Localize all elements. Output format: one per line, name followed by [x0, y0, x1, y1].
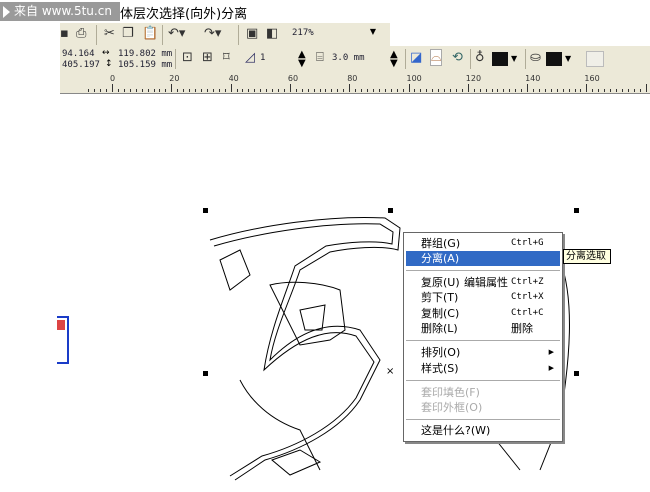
menu-item-overprint-outline: 套印外框(O)	[421, 401, 483, 414]
docked-panel-edge[interactable]	[57, 316, 69, 364]
selection-handle[interactable]	[574, 208, 579, 213]
selection-handle[interactable]	[203, 208, 208, 213]
menu-item-cut[interactable]: 剪下(T) Ctrl+X	[406, 290, 560, 305]
selection-handle[interactable]	[203, 371, 208, 376]
menu-item-whats-this[interactable]: 这是什么?(W)	[406, 423, 560, 438]
context-menu: 群组(G) Ctrl+G 分离(A) 复原(U) 编辑属性 Ctrl+Z 剪下(T) C…	[403, 232, 563, 442]
submenu-arrow-icon: ▶	[548, 364, 554, 372]
menu-item-arrange[interactable]: 排列(O) ▶	[406, 345, 560, 360]
menu-item-overprint-fill: 套印填色(F)	[421, 386, 480, 399]
submenu-arrow-icon: ▶	[548, 348, 554, 356]
tooltip: 分离选取	[563, 249, 611, 264]
selection-handle[interactable]	[574, 371, 579, 376]
menu-item-undo[interactable]: 复原(U) 编辑属性 Ctrl+Z	[406, 275, 560, 290]
menu-item-group[interactable]: 群组(G) Ctrl+G	[406, 236, 560, 251]
menu-item-ungroup[interactable]: 分离(A)	[406, 251, 560, 266]
menu-item-copy[interactable]: 复制(C) Ctrl+C	[406, 306, 560, 321]
center-marker-icon: ×	[386, 366, 395, 377]
selection-handle[interactable]	[388, 208, 393, 213]
menu-item-styles[interactable]: 样式(S) ▶	[406, 361, 560, 376]
menu-item-delete[interactable]: 删除(L) 删除	[406, 321, 560, 336]
